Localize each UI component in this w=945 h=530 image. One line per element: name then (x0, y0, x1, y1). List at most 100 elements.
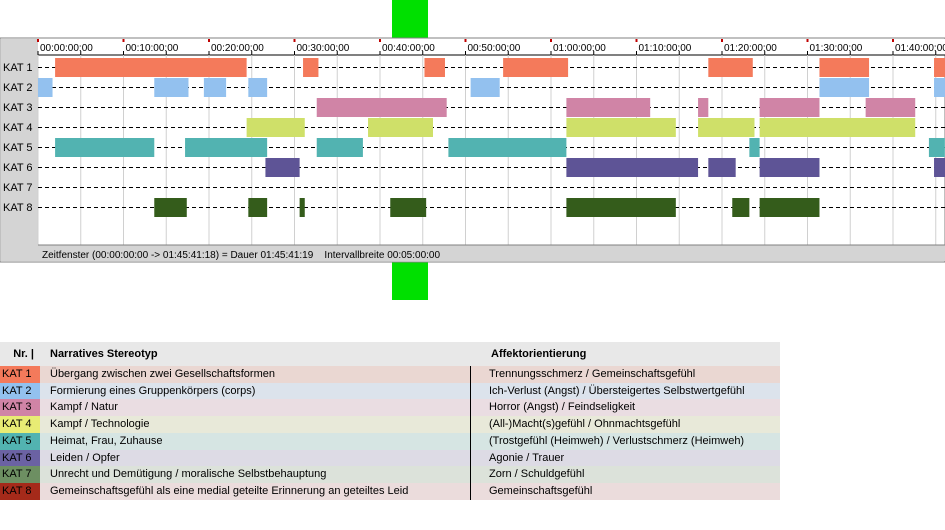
legend-affekt: Ich-Verlust (Angst) / Übersteigertes Sel… (489, 384, 745, 397)
legend-kat-swatch: KAT 1 (0, 366, 40, 383)
legend-stereotyp: Gemeinschaftsgefühl als eine medial gete… (50, 484, 409, 497)
legend-stereotyp: Übergang zwischen zwei Gesellschaftsform… (50, 368, 275, 380)
tick-label: 01:10:00:00 (639, 43, 692, 54)
segment-bar[interactable] (265, 158, 300, 177)
legend-affekt: Horror (Angst) / Feindseligkeit (489, 401, 636, 414)
segment-bar[interactable] (185, 138, 268, 157)
segment-bar[interactable] (566, 118, 676, 137)
segment-bar[interactable] (470, 78, 500, 97)
tick-label: 01:40:00:00 (895, 43, 945, 54)
tick-label: 00:00:00:00 (40, 43, 93, 54)
row-label: KAT 1 (3, 62, 33, 74)
segment-bar[interactable] (203, 78, 227, 97)
segment-bar[interactable] (316, 98, 447, 117)
ruler-marker (37, 39, 39, 42)
segment-bar[interactable] (759, 98, 820, 117)
segment-bar[interactable] (749, 138, 760, 157)
segment-bar[interactable] (566, 158, 699, 177)
status-text: Zeitfenster (00:00:00:00 -> 01:45:41:18)… (42, 250, 440, 261)
segment-bar[interactable] (759, 158, 820, 177)
segment-bar[interactable] (154, 78, 189, 97)
segment-bar[interactable] (759, 118, 916, 137)
segment-bar[interactable] (708, 158, 736, 177)
legend-affekt: Zorn / Schuldgefühl (489, 468, 585, 481)
segment-bar[interactable] (698, 98, 709, 117)
segment-bar[interactable] (248, 78, 268, 97)
playhead-marker-top[interactable] (392, 0, 428, 38)
segment-bar[interactable] (316, 138, 363, 157)
segment-bar[interactable] (368, 118, 434, 137)
segment-bar[interactable] (55, 58, 247, 77)
legend-stereotyp: Unrecht und Demütigung / moralische Selb… (50, 468, 327, 481)
legend-affekt: (Trostgefühl (Heimweh) / Verlustschmerz … (489, 434, 745, 447)
segment-bar[interactable] (503, 58, 569, 77)
row-label: KAT 3 (3, 102, 33, 114)
segment-bar[interactable] (390, 198, 427, 217)
legend-row: KAT 3 Kampf / Natur Horror (Angst) / Feind… (0, 399, 780, 417)
row-label: KAT 6 (3, 162, 33, 174)
segment-bar[interactable] (154, 198, 187, 217)
legend-row: KAT 4 Kampf / Technologie (All-)Macht(s)ge… (0, 416, 780, 433)
segment-bar[interactable] (246, 118, 305, 137)
segment-bar[interactable] (38, 78, 53, 97)
segment-bar[interactable] (934, 58, 945, 77)
segment-bar[interactable] (928, 138, 945, 157)
tick-label: 00:50:00:00 (468, 43, 521, 54)
legend-kat-swatch: KAT 8 (0, 482, 40, 500)
legend-rows: KAT 1 Übergang zwischen zwei Gesellschaft… (0, 366, 780, 500)
tick-label: 01:00:00:00 (553, 43, 606, 54)
ruler-marker (892, 39, 894, 42)
legend-affekt: Trennungsschmerz / Gemeinschaftsgefühl (489, 368, 696, 380)
segment-bar[interactable] (566, 198, 676, 217)
legend-stereotyp: Leiden / Opfer (50, 451, 120, 464)
ruler-marker (293, 39, 296, 42)
row-label: KAT 7 (3, 182, 33, 194)
segment-bar[interactable] (448, 138, 567, 157)
legend-kat-swatch: KAT 5 (0, 432, 40, 450)
segment-bar[interactable] (424, 58, 445, 77)
legend-header-affekt: Affektorientierung (471, 342, 780, 366)
legend-kat-swatch: KAT 3 (0, 399, 40, 417)
legend-row: KAT 8 Gemeinschaftsgefühl als eine medial… (0, 482, 780, 500)
legend-affekt: (All-)Macht(s)gefühl / Ohnmachtsgefühl (489, 418, 681, 431)
legend-stereotyp: Kampf / Technologie (50, 418, 150, 431)
ruler-marker (721, 39, 723, 42)
segment-bar[interactable] (55, 138, 155, 157)
legend-header-nr: Nr. | (0, 342, 40, 366)
segment-bar[interactable] (865, 98, 916, 117)
legend-row: KAT 1 Übergang zwischen zwei Gesellschaft… (0, 366, 780, 383)
row-label: KAT 5 (3, 142, 33, 154)
legend-stereotyp: Kampf / Natur (50, 401, 118, 414)
legend-row: KAT 5 Heimat, Frau, Zuhause (Trostgefühl (… (0, 432, 780, 450)
ruler-marker (208, 39, 210, 42)
playhead-marker-bottom[interactable] (392, 262, 428, 300)
segment-bar[interactable] (934, 158, 945, 177)
ruler-marker (550, 39, 552, 42)
legend-row: KAT 7 Unrecht und Demütigung / moralische… (0, 466, 780, 483)
legend-stereotyp: Formierung eines Gruppenkörpers (corps) (50, 384, 256, 397)
segment-bar[interactable] (819, 58, 870, 77)
segment-bar[interactable] (566, 98, 651, 117)
segment-bar[interactable] (248, 198, 268, 217)
segment-bar[interactable] (934, 78, 945, 97)
legend-affekt: Agonie / Trauer (489, 451, 565, 464)
segment-bar[interactable] (759, 198, 820, 217)
tick-label: 01:20:00:00 (724, 43, 777, 54)
segment-bar[interactable] (299, 198, 305, 217)
legend-stereotyp: Heimat, Frau, Zuhause (50, 434, 163, 447)
ruler-marker (635, 39, 638, 42)
tick-label: 00:40:00:00 (382, 43, 435, 54)
segment-bar[interactable] (732, 198, 750, 217)
legend-header: Nr. | Narratives Stereotyp Affektorienti… (0, 342, 780, 366)
legend-kat-swatch: KAT 2 (0, 382, 40, 400)
segment-bar[interactable] (698, 118, 755, 137)
segment-bar[interactable] (303, 58, 319, 77)
ruler-marker (379, 39, 381, 42)
row-label: KAT 2 (3, 82, 33, 94)
ruler-marker (806, 39, 809, 42)
segment-bar[interactable] (708, 58, 753, 77)
tick-label: 01:30:00:00 (810, 43, 863, 54)
row-label: KAT 4 (3, 122, 33, 134)
segment-bar[interactable] (819, 78, 870, 97)
ruler-marker (464, 39, 467, 42)
